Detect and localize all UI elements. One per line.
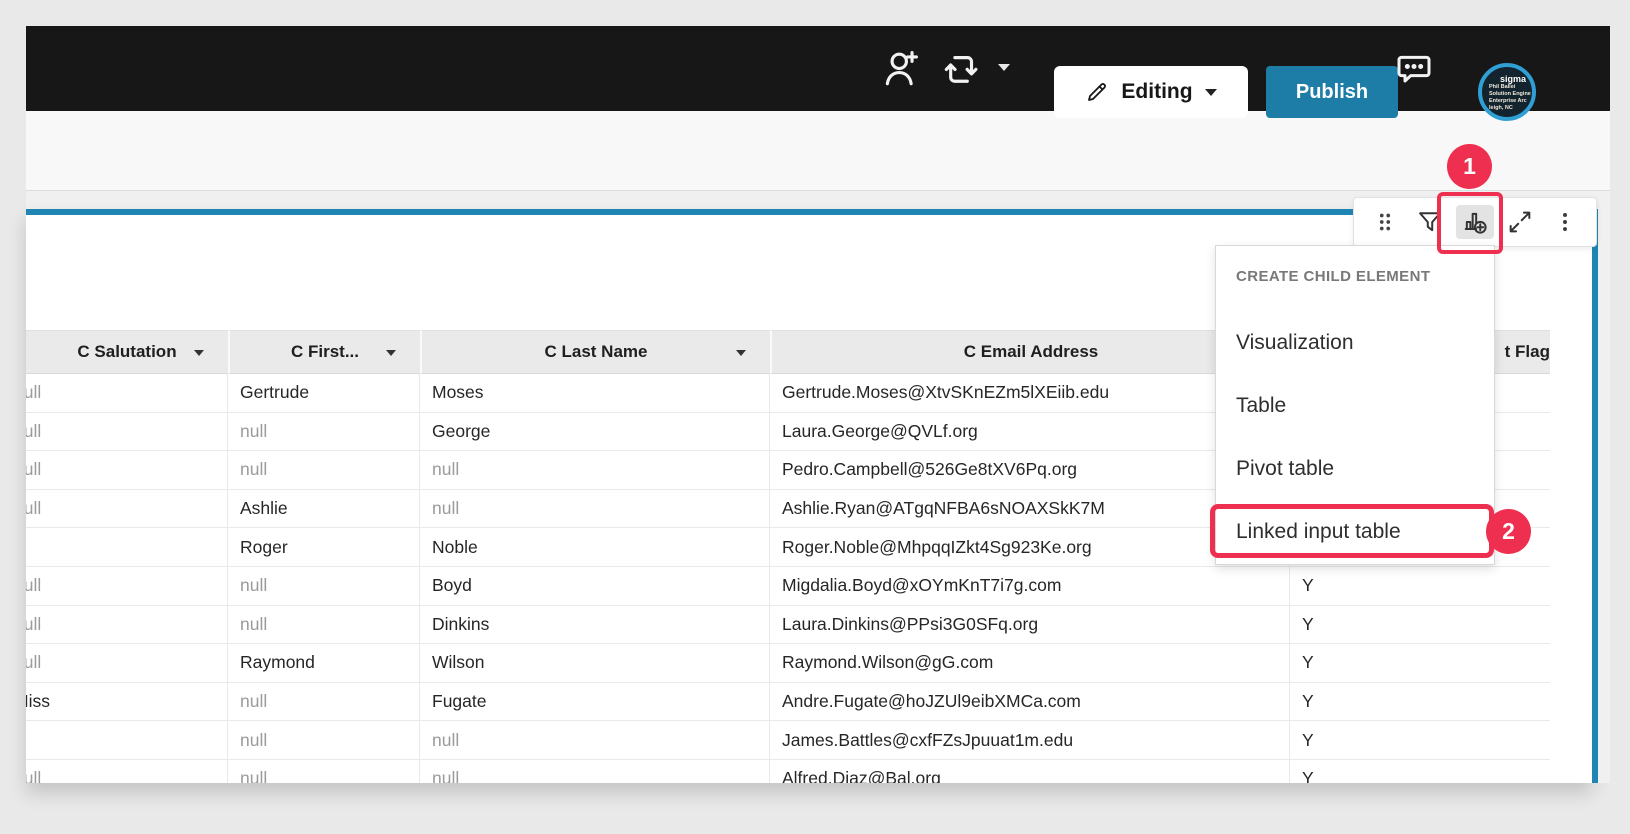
table-cell: null [26, 451, 228, 490]
table-cell: null [228, 683, 420, 722]
table-cell: Migdalia.Boyd@xOYmKnT7i7g.com [770, 567, 1290, 606]
element-selection-border-top [26, 209, 1353, 215]
annotation-box-1 [1437, 192, 1503, 254]
column-header-4[interactable]: C Email Address [770, 330, 1290, 374]
pencil-icon [1085, 80, 1109, 104]
table-cell: Y [1290, 644, 1550, 683]
table-cell: Miss [26, 683, 228, 722]
column-header-label: t Flag [1505, 342, 1550, 362]
table-cell: Gertrude [228, 374, 420, 413]
table-cell: null [26, 644, 228, 683]
drag-handle-icon[interactable] [1366, 205, 1404, 239]
column-header-label: C Salutation [77, 342, 176, 362]
menu-item-table[interactable]: Table [1236, 394, 1286, 418]
editing-mode-button[interactable]: Editing [1054, 66, 1248, 118]
element-selection-border-right [1592, 209, 1598, 783]
annotation-badge-1: 1 [1447, 144, 1492, 189]
annotation-badge-2: 2 [1486, 509, 1531, 554]
table-cell: null [26, 374, 228, 413]
table-cell: Y [1290, 683, 1550, 722]
table-cell: null [26, 606, 228, 645]
table-cell: Y [1290, 567, 1550, 606]
table-cell: null [228, 451, 420, 490]
table-cell: null [228, 567, 420, 606]
table-cell: Pedro.Campbell@526Ge8tXV6Pq.org [770, 451, 1290, 490]
kebab-menu-icon[interactable] [1546, 205, 1584, 239]
table-cell: null [420, 490, 770, 529]
table-cell: null [420, 721, 770, 760]
table-cell: Laura.Dinkins@PPsi3G0SFq.org [770, 606, 1290, 645]
table-cell [26, 721, 228, 760]
table-cell: James.Battles@cxfFZsJpuuat1m.edu [770, 721, 1290, 760]
user-avatar[interactable]: sigma Phil Ballei Solution Engine Enterp… [1478, 63, 1536, 121]
avatar-line3: Enterprise Arc [1489, 98, 1532, 105]
table-cell: null [228, 606, 420, 645]
publish-label: Publish [1296, 81, 1368, 104]
table-cell: null [26, 413, 228, 452]
avatar-line2: Solution Engine [1489, 91, 1532, 98]
column-header-label: C Email Address [964, 342, 1098, 362]
comment-bubble-icon[interactable] [1390, 44, 1438, 94]
table-cell: Y [1290, 606, 1550, 645]
table-cell: Y [1290, 760, 1550, 783]
column-header-3[interactable]: C Last Name [420, 330, 770, 374]
annotation-box-2 [1210, 504, 1494, 558]
column-sort-caret[interactable] [386, 350, 396, 356]
column-header-2[interactable]: C First... [228, 330, 420, 374]
table-cell: Laura.George@QVLf.org [770, 413, 1290, 452]
avatar-line4: leigh, NC [1489, 105, 1532, 112]
editing-label: Editing [1121, 80, 1192, 104]
table-cell [26, 528, 228, 567]
sync-dropdown-caret[interactable] [998, 64, 1010, 71]
table-cell: Alfred.Diaz@Bal.org [770, 760, 1290, 783]
column-header-label: C First... [291, 342, 359, 362]
table-cell: Raymond [228, 644, 420, 683]
avatar-brand: sigma [1500, 74, 1532, 84]
table-cell: Fugate [420, 683, 770, 722]
table-cell: Ashlie [228, 490, 420, 529]
column-sort-caret[interactable] [736, 350, 746, 356]
column-sort-caret[interactable] [194, 350, 204, 356]
editing-dropdown-caret [1205, 89, 1217, 96]
table-cell: null [26, 490, 228, 529]
menu-item-visualization[interactable]: Visualization [1236, 331, 1354, 355]
table-cell: null [228, 721, 420, 760]
table-cell: null [26, 567, 228, 606]
table-cell: null [228, 760, 420, 783]
refresh-sync-icon[interactable] [936, 44, 986, 94]
maximize-icon[interactable] [1501, 205, 1539, 239]
table-cell: Roger [228, 528, 420, 567]
invite-user-icon[interactable] [876, 42, 926, 94]
table-cell: Dinkins [420, 606, 770, 645]
table-cell: Noble [420, 528, 770, 567]
menu-item-pivot-table[interactable]: Pivot table [1236, 457, 1334, 481]
column-header-label: C Last Name [545, 342, 648, 362]
table-cell: George [420, 413, 770, 452]
avatar-line1: Phil Ballei [1489, 84, 1532, 91]
table-cell: Gertrude.Moses@XtvSKnEZm5lXEiib.edu [770, 374, 1290, 413]
page-toolbar-strip [26, 111, 1610, 190]
table-cell: null [420, 760, 770, 783]
table-cell: Y [1290, 721, 1550, 760]
table-cell: null [228, 413, 420, 452]
column-header-1[interactable]: C Salutation [26, 330, 228, 374]
table-cell: Wilson [420, 644, 770, 683]
table-cell: Moses [420, 374, 770, 413]
table-cell: null [420, 451, 770, 490]
menu-header: CREATE CHILD ELEMENT [1236, 268, 1430, 285]
table-cell: Raymond.Wilson@gG.com [770, 644, 1290, 683]
top-app-bar: Editing Publish sigma Phil Ballei Soluti… [26, 26, 1610, 111]
right-gutter [1598, 209, 1610, 783]
table-cell: null [26, 760, 228, 783]
table-cell: Boyd [420, 567, 770, 606]
table-cell: Andre.Fugate@hoJZUl9eibXMCa.com [770, 683, 1290, 722]
publish-button[interactable]: Publish [1266, 66, 1398, 118]
